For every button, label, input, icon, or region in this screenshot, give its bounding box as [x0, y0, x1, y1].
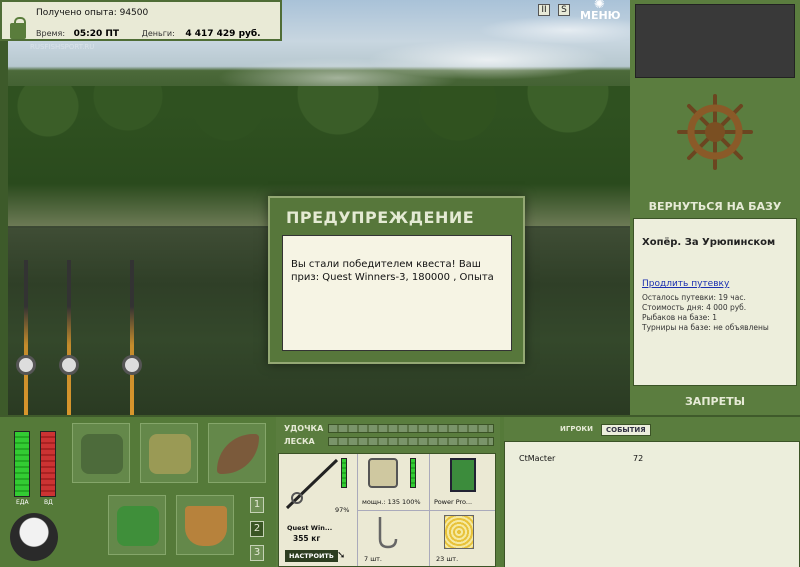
- water-label: ВД: [44, 499, 53, 506]
- cauldron-icon[interactable]: [10, 513, 58, 561]
- bait-slot[interactable]: 23 шт.: [429, 510, 495, 566]
- dialog-message: Вы стали победителем квеста! Ваш приз: Q…: [282, 235, 512, 351]
- bans-button[interactable]: ЗАПРЕТЫ: [630, 395, 800, 408]
- warning-dialog: ПРЕДУПРЕЖДЕНИЕ Вы стали победителем квес…: [268, 196, 525, 364]
- tournaments-status: Турниры на базе: не объявлены: [642, 323, 769, 332]
- money-label: Деньги:: [141, 29, 175, 38]
- fishing-rod-3[interactable]: [130, 260, 134, 415]
- fishing-rod-2[interactable]: [67, 260, 71, 415]
- line-label: ЛЕСКА: [284, 437, 315, 446]
- reel-icon[interactable]: [122, 355, 142, 375]
- events-list: CtMacter 72: [504, 441, 800, 567]
- rod-label: УДОЧКА: [284, 424, 324, 433]
- bait-icon: [444, 515, 474, 549]
- rod-weight: 355 кг: [293, 534, 321, 543]
- tackle-grid: 97% Quest Win... 355 кг НАСТРОИТЬ ➘ мощн…: [278, 453, 496, 567]
- top-icons: II S: [538, 4, 570, 16]
- tackle-panel: УДОЧКА ЛЕСКА 97% Quest Win... 355 кг НАС…: [276, 417, 500, 567]
- page-1-button[interactable]: 1: [250, 497, 264, 513]
- pause-icon[interactable]: II: [538, 4, 550, 16]
- inventory-slot-bucket[interactable]: [176, 495, 234, 555]
- menu-button[interactable]: МЕНЮ: [580, 0, 621, 24]
- water-bar: [40, 431, 56, 497]
- line-spool-icon: [450, 458, 476, 492]
- inventory-slot-basket[interactable]: [108, 495, 166, 555]
- rod-percent: 97%: [335, 506, 350, 514]
- experience-text: Получено опыта: 94500: [36, 8, 149, 18]
- reel-icon[interactable]: [16, 355, 36, 375]
- page-3-button[interactable]: 3: [250, 545, 264, 561]
- reel-durability-bar: [410, 458, 416, 488]
- status-bars: ЕДА ВД: [10, 431, 60, 511]
- inventory-slot-bag[interactable]: [72, 423, 130, 483]
- lock-icon[interactable]: [10, 17, 26, 39]
- veg-basket-icon: [117, 506, 159, 546]
- food-bar: [14, 431, 30, 497]
- site-watermark: RUSFISHSPORT.RU: [30, 43, 95, 51]
- rod-slot[interactable]: 97% Quest Win... 355 кг НАСТРОИТЬ ➘: [279, 454, 357, 566]
- line-slot[interactable]: Power Pro...: [429, 454, 495, 510]
- inventory-slot-feather[interactable]: [208, 423, 266, 483]
- back-to-base-button[interactable]: ВЕРНУТЬСЯ НА БАЗУ: [630, 200, 800, 213]
- base-info-box: Хопёр. За Урюпинском Продлить путевку Ос…: [633, 218, 797, 386]
- ship-wheel-icon[interactable]: [677, 94, 753, 170]
- sack-icon: [149, 434, 191, 474]
- food-label: ЕДА: [16, 499, 29, 506]
- rod-name: Quest Win...: [287, 524, 333, 532]
- hook-count: 7 шт.: [364, 555, 383, 563]
- tab-events[interactable]: СОБЫТИЯ: [600, 424, 651, 436]
- rod-tension-bar: [328, 424, 494, 433]
- events-panel: ИГРОКИ СОБЫТИЯ CtMacter 72: [504, 417, 800, 567]
- reel-percent: 100%: [402, 498, 421, 506]
- time-value: 05:20 ПТ: [73, 29, 120, 39]
- rod-durability-bar: [341, 458, 347, 488]
- expand-arrow-icon[interactable]: ➘: [337, 550, 345, 561]
- hook-icon: [378, 517, 398, 549]
- bottom-panel: ЕДА ВД 1 2 3 УДОЧКА ЛЕСКА 97% Quest Win.…: [0, 415, 800, 567]
- event-player-name: CtMacter: [519, 454, 556, 463]
- events-tabs: ИГРОКИ СОБЫТИЯ: [556, 424, 651, 436]
- setup-button[interactable]: НАСТРОИТЬ: [285, 550, 338, 562]
- hook-slot[interactable]: 7 шт.: [357, 510, 429, 566]
- money-value: 4 417 429 руб.: [185, 29, 261, 39]
- minimap-box: [635, 4, 795, 78]
- tab-players[interactable]: ИГРОКИ: [556, 424, 597, 436]
- fishers-count: Рыбаков на базе: 1: [642, 313, 717, 322]
- inventory-slot-sack[interactable]: [140, 423, 198, 483]
- game-root: RUSFISHSPORT.RU Получено опыта: 94500 Вр…: [0, 0, 800, 567]
- line-name: Power Pro...: [434, 498, 473, 506]
- tackle-bag-icon: [81, 434, 123, 474]
- rod-icon: [285, 458, 339, 510]
- reel-icon[interactable]: [59, 355, 79, 375]
- bait-count: 23 шт.: [436, 555, 459, 563]
- page-2-button[interactable]: 2: [250, 521, 264, 537]
- time-label: Время:: [36, 29, 66, 38]
- bucket-icon: [185, 506, 227, 546]
- right-panel: ВЕРНУТЬСЯ НА БАЗУ Хопёр. За Урюпинском П…: [630, 0, 800, 415]
- feather-icon: [217, 434, 259, 474]
- event-player-value: 72: [633, 454, 644, 463]
- time-money-row: Время: 05:20 ПТ Деньги: 4 417 429 руб.: [36, 29, 261, 39]
- fishing-rod-1[interactable]: [24, 260, 28, 415]
- s-icon[interactable]: S: [558, 4, 570, 16]
- trip-remaining: Осталось путевки: 19 час.: [642, 293, 746, 302]
- extend-trip-link[interactable]: Продлить путевку: [642, 279, 729, 289]
- reel-slot[interactable]: мощн.: 135 100%: [357, 454, 429, 510]
- location-name: Хопёр. За Урюпинском: [642, 237, 776, 248]
- reel-item-icon: [368, 458, 398, 488]
- dialog-title: ПРЕДУПРЕЖДЕНИЕ: [286, 208, 475, 227]
- day-cost: Стоимость дня: 4 000 руб.: [642, 303, 747, 312]
- player-info-panel: Получено опыта: 94500 Время: 05:20 ПТ Де…: [0, 0, 282, 41]
- reel-power: мощн.: 135: [362, 498, 400, 506]
- line-tension-bar: [328, 437, 494, 446]
